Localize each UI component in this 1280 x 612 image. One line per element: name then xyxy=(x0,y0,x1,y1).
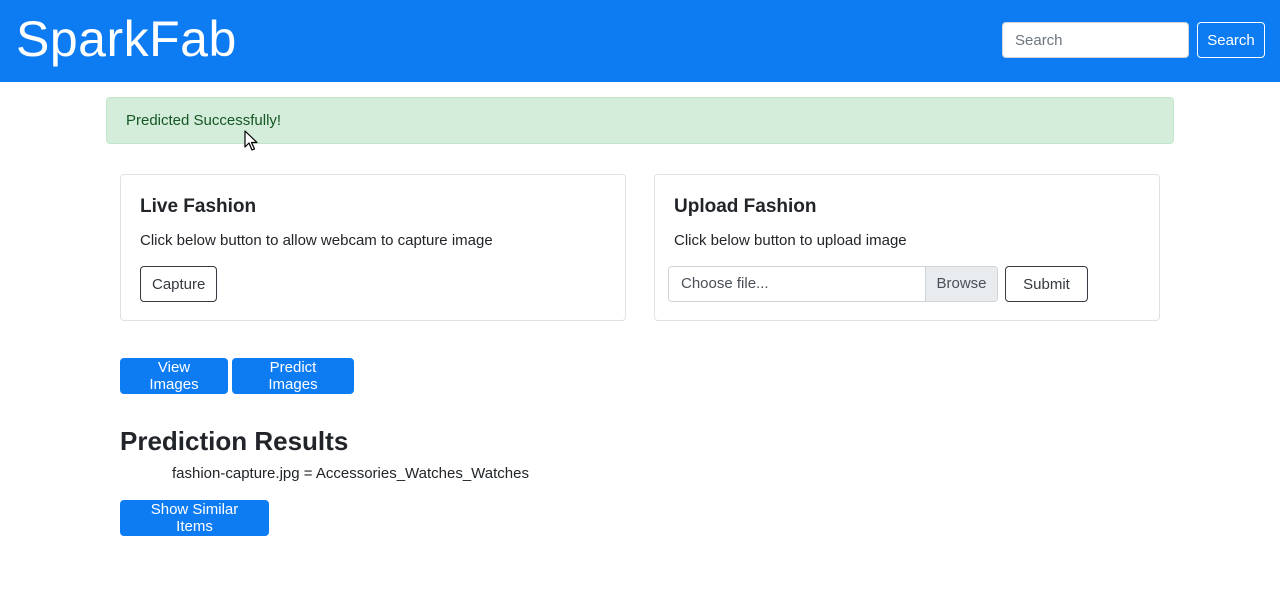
prediction-results-heading: Prediction Results xyxy=(120,426,349,456)
success-alert: Predicted Successfully! xyxy=(106,97,1174,144)
predict-images-button[interactable]: Predict Images xyxy=(232,358,354,394)
live-fashion-description: Click below button to allow webcam to ca… xyxy=(140,232,493,249)
navbar: SparkFab Search xyxy=(0,0,1280,82)
prediction-results-list: fashion-capture.jpg = Accessories_Watche… xyxy=(172,464,529,484)
live-fashion-title: Live Fashion xyxy=(140,196,257,217)
search-input[interactable] xyxy=(1002,22,1189,58)
brand-logo[interactable]: SparkFab xyxy=(16,8,237,70)
submit-button[interactable]: Submit xyxy=(1005,266,1088,302)
browse-button[interactable]: Browse xyxy=(925,267,997,301)
search-button[interactable]: Search xyxy=(1197,22,1265,58)
upload-fashion-description: Click below button to upload image xyxy=(674,232,907,249)
upload-fashion-card: Upload Fashion Click below button to upl… xyxy=(654,174,1160,321)
alert-message: Predicted Successfully! xyxy=(126,112,282,129)
live-fashion-card: Live Fashion Click below button to allow… xyxy=(120,174,626,321)
prediction-result-item: fashion-capture.jpg = Accessories_Watche… xyxy=(172,465,529,482)
file-chooser-label: Choose file... xyxy=(681,275,769,292)
file-chooser-input[interactable]: Choose file... Browse xyxy=(668,266,998,302)
show-similar-items-button[interactable]: Show Similar Items xyxy=(120,500,269,536)
view-images-button[interactable]: View Images xyxy=(120,358,228,394)
upload-fashion-title: Upload Fashion xyxy=(674,196,817,217)
capture-button[interactable]: Capture xyxy=(140,266,217,302)
